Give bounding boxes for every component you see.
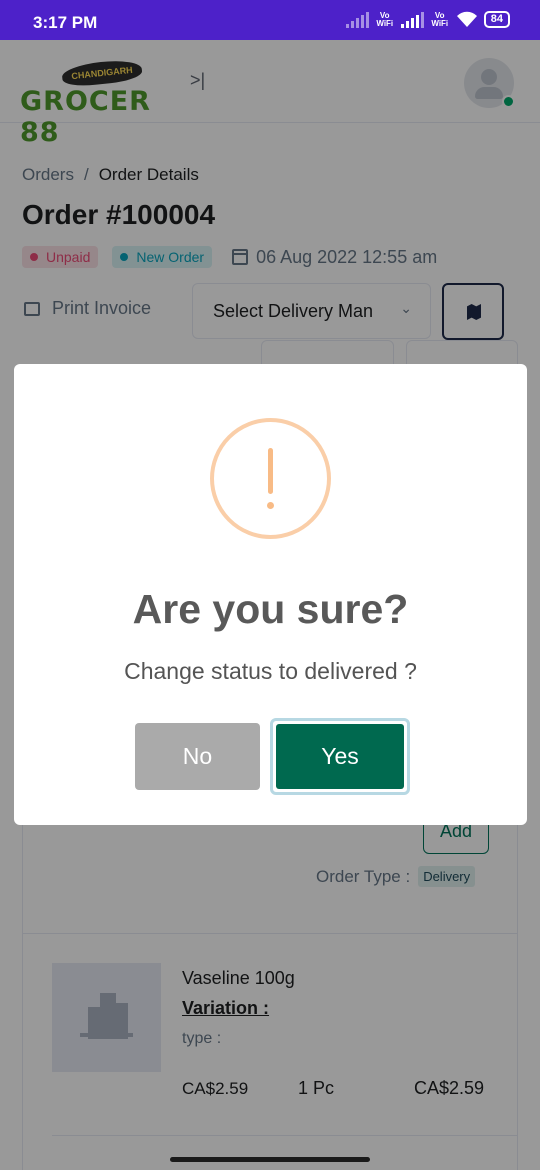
warning-icon-dot [267, 502, 274, 509]
vowifi-label-2: Vo WiFi [431, 10, 449, 28]
status-icons: Vo WiFi Vo WiFi 84 [345, 10, 510, 28]
dialog-title: Are you sure? [132, 586, 409, 632]
status-bar: 3:17 PM Vo WiFi Vo WiFi 84 [0, 0, 540, 40]
yes-button-label: Yes [276, 724, 404, 789]
home-indicator[interactable] [170, 1157, 370, 1162]
dialog-message: Change status to delivered ? [124, 658, 417, 684]
signal-icon [345, 11, 369, 28]
yes-button[interactable]: Yes [270, 718, 410, 795]
battery-icon: 84 [483, 11, 510, 28]
signal-icon-2 [400, 11, 424, 28]
confirm-dialog: Are you sure? Change status to delivered… [14, 364, 527, 825]
wifi-icon [456, 11, 477, 27]
vowifi-label: Vo WiFi [376, 10, 394, 28]
status-time: 3:17 PM [33, 13, 98, 32]
no-button[interactable]: No [135, 723, 260, 790]
warning-icon-bar [268, 448, 273, 494]
warning-icon [210, 418, 331, 539]
